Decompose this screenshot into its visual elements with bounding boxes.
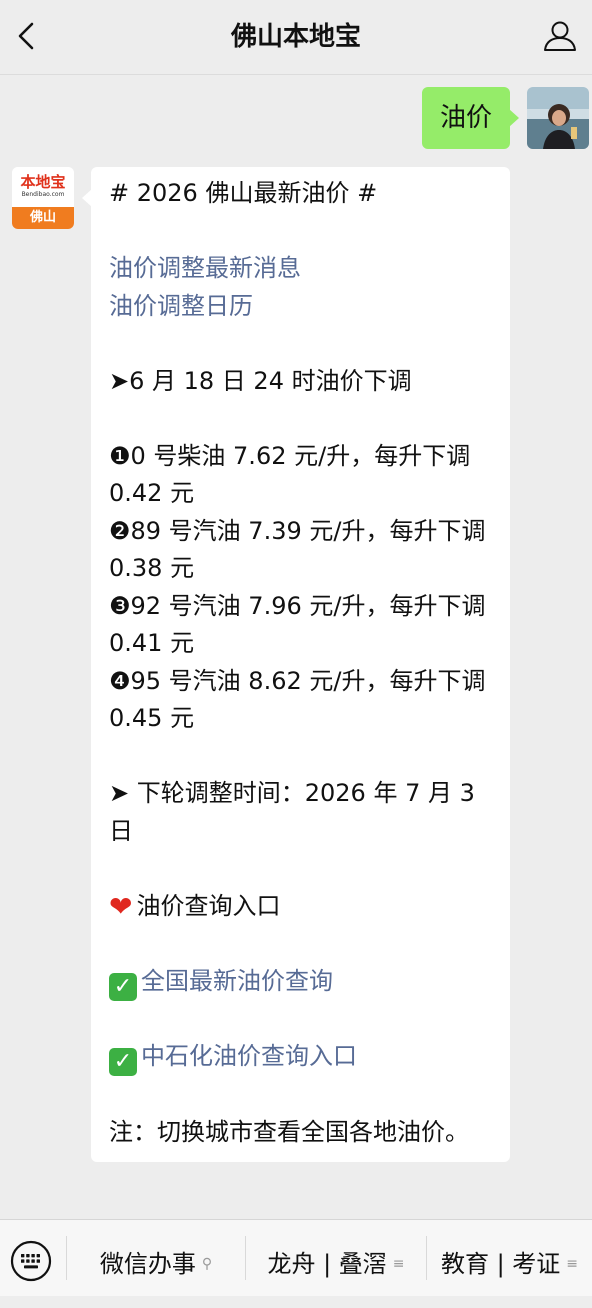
user-avatar[interactable] [527,87,589,149]
number-marker: ❷ [109,516,131,545]
price-item: ❶0 号柴油 7.62 元/升，每升下调 [109,438,498,476]
profile-button[interactable] [540,16,580,56]
price-text: 0 号柴油 7.62 元/升，每升下调 [130,441,471,470]
query-title-text: 油价查询入口 [136,891,281,920]
sinopec-price-query[interactable]: ✓ 中石化油价查询入口 [109,1038,498,1076]
menu-education[interactable]: 教育 | 考证 ≡ [427,1220,592,1296]
check-mark-icon: ✓ [109,1048,137,1076]
number-marker: ❹ [109,666,131,695]
menu-label: 龙舟 | 叠滘 [267,1250,387,1278]
footnote: 注：切换城市查看全国各地油价。 [109,1117,469,1146]
price-change: 0.45 元 [109,704,195,732]
bottom-menu-bar: 微信办事 ⚲ 龙舟 | 叠滘 ≡ 教育 | 考证 ≡ [0,1219,592,1296]
logo-brand-text: 本地宝 [20,173,66,191]
top-navigation-bar: 佛山本地宝 [0,0,592,75]
price-item: ❸92 号汽油 7.96 元/升，每升下调 [109,588,498,626]
number-marker: ❶ [109,441,131,470]
check-mark-icon: ✓ [109,972,137,1001]
menu-dragon-boat[interactable]: 龙舟 | 叠滘 ≡ [246,1220,426,1296]
national-price-query[interactable]: ✓ 全国最新油价查询 [109,963,498,1001]
keyboard-icon [10,1240,52,1282]
message-heading: # 2026 佛山最新油价 # [109,179,378,207]
menu-wechat-services[interactable]: 微信办事 ⚲ [67,1220,245,1296]
logo-url-text: Bendibao.com [21,191,65,198]
official-account-avatar[interactable]: 本地宝 Bendibao.com 佛山 [12,167,74,229]
price-change: 0.42 元 [109,479,195,507]
oil-price-calendar-link[interactable]: 油价调整日历 [109,288,498,326]
chat-message-list[interactable]: 油价 本地宝 Bendibao.com 佛山 # 2026 佛山最新油价 # 油… [0,75,592,1219]
logo-city-text: 佛山 [12,207,74,229]
submenu-icon: ≡ [392,1256,405,1272]
user-message-bubble[interactable]: 油价 [422,87,519,149]
submenu-icon: ≡ [566,1256,579,1272]
national-price-query-link[interactable]: 全国最新油价查询 [141,967,333,995]
price-change: 0.41 元 [109,629,195,657]
price-item: ❷89 号汽油 7.39 元/升，每升下调 [109,513,498,551]
keyboard-toggle-button[interactable] [10,1240,52,1282]
bot-message-bubble: # 2026 佛山最新油价 # 油价调整最新消息 油价调整日历 ➤6 月 18 … [82,167,510,1162]
price-text: 92 号汽油 7.96 元/升，每升下调 [130,591,486,620]
number-marker: ❸ [109,591,131,620]
red-heart-icon: ❤ [109,889,133,923]
next-adjustment-time-cont: 日 [109,816,133,845]
link-icon: ⚲ [201,1256,213,1272]
oil-price-news-link[interactable]: 油价调整最新消息 [109,250,498,288]
adjustment-notice: ➤6 月 18 日 24 时油价下调 [109,366,412,395]
menu-label: 微信办事 [99,1250,196,1278]
query-section-title: ❤ 油价查询入口 [109,888,498,926]
price-text: 89 号汽油 7.39 元/升，每升下调 [130,516,486,545]
brand-logo: 本地宝 Bendibao.com [12,167,74,207]
user-photo-icon [527,87,589,149]
next-adjustment-time: ➤ 下轮调整时间：2026 年 7 月 3 [109,779,475,807]
chat-title: 佛山本地宝 [230,22,361,52]
price-change: 0.38 元 [109,554,195,582]
price-text: 95 号汽油 8.62 元/升，每升下调 [130,666,486,695]
sinopec-price-query-link[interactable]: 中石化油价查询入口 [141,1042,357,1070]
price-item: ❹95 号汽油 8.62 元/升，每升下调 [109,663,498,701]
menu-label: 教育 | 考证 [440,1250,561,1278]
person-icon [544,21,576,51]
